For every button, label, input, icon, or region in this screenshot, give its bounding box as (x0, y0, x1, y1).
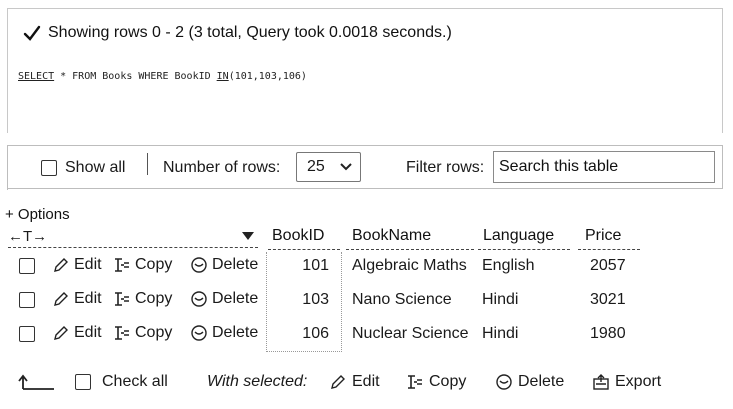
pencil-icon (54, 258, 68, 272)
bulk-edit-label: Edit (352, 373, 380, 390)
check-all-arrow-icon (18, 373, 56, 391)
toolbar-left-edge (7, 146, 10, 190)
edit-button[interactable]: Edit (52, 256, 102, 274)
cell-language: Hindi (482, 325, 519, 342)
number-of-rows-label: Number of rows: (163, 159, 281, 176)
success-message: Showing rows 0 - 2 (3 total, Query took … (22, 23, 452, 43)
copy-button[interactable]: Copy (113, 324, 172, 342)
table-row: Edit Copy Delete 106 Nuclear Science Hin… (0, 318, 733, 352)
cell-bookname: Nuclear Science (352, 325, 469, 342)
copy-icon (115, 326, 129, 340)
delete-button[interactable]: Delete (190, 256, 258, 274)
cell-price: 1980 (590, 325, 626, 342)
sql-keyword-in[interactable]: IN (217, 71, 229, 82)
pencil-icon (54, 326, 68, 340)
edit-button[interactable]: Edit (52, 324, 102, 342)
bulk-copy-label: Copy (429, 373, 467, 390)
sql-values: (101,103,106) (228, 71, 307, 82)
delete-label: Delete (212, 290, 259, 307)
check-all-toggle[interactable]: Check all (75, 373, 168, 391)
pencil-icon (54, 292, 68, 306)
column-resize-arrows[interactable]: ←T→ (8, 228, 47, 245)
show-all-label: Show all (65, 159, 126, 176)
delete-label: Delete (212, 256, 259, 273)
copy-button[interactable]: Copy (113, 256, 172, 274)
column-header-price[interactable]: Price (585, 227, 621, 245)
bulk-copy-button[interactable]: Copy (406, 373, 466, 391)
chevron-down-icon (340, 163, 352, 171)
table-row: Edit Copy Delete 101 Algebraic Maths Eng… (0, 250, 733, 284)
bulk-edit-button[interactable]: Edit (329, 373, 380, 391)
delete-icon (496, 374, 512, 390)
row-checkbox[interactable] (19, 326, 35, 342)
check-all-label: Check all (102, 373, 168, 390)
cell-price: 2057 (590, 257, 626, 274)
sql-query: SELECT * FROM Books WHERE BookID IN (101,… (18, 71, 307, 82)
row-checkbox[interactable] (19, 292, 35, 308)
delete-icon (191, 291, 207, 307)
delete-button[interactable]: Delete (190, 324, 258, 342)
cell-language: Hindi (482, 291, 519, 308)
toolbar-divider (147, 153, 148, 175)
delete-icon (191, 325, 207, 341)
edit-label: Edit (74, 324, 102, 341)
bulk-delete-button[interactable]: Delete (495, 373, 564, 391)
copy-button[interactable]: Copy (113, 290, 172, 308)
bulk-actions-bar: Check all With selected: Edit Copy Delet… (0, 368, 733, 398)
column-header-bookid[interactable]: BookID (272, 227, 324, 245)
cell-language: English (482, 257, 535, 274)
copy-label: Copy (135, 290, 173, 307)
cell-bookname: Nano Science (352, 291, 452, 308)
query-result-box: Showing rows 0 - 2 (3 total, Query took … (7, 8, 723, 133)
edit-button[interactable]: Edit (52, 290, 102, 308)
show-all-checkbox[interactable] (41, 160, 57, 176)
delete-button[interactable]: Delete (190, 290, 258, 308)
success-message-text: Showing rows 0 - 2 (3 total, Query took … (48, 24, 452, 41)
filter-rows-input[interactable] (493, 151, 715, 183)
bulk-export-button[interactable]: Export (592, 373, 661, 391)
table-navigation-bar: Show all Number of rows: 25 Filter rows: (7, 145, 723, 190)
number-of-rows-value: 25 (307, 158, 325, 175)
bulk-delete-label: Delete (518, 373, 565, 390)
export-icon (593, 374, 609, 390)
column-arrows-label: ←T→ (8, 228, 48, 245)
check-all-checkbox[interactable] (75, 374, 91, 390)
edit-label: Edit (74, 290, 102, 307)
show-all-toggle[interactable]: Show all (41, 159, 125, 177)
number-of-rows-select[interactable]: 25 (296, 152, 361, 182)
cell-bookname: Algebraic Maths (352, 257, 467, 274)
bulk-export-label: Export (615, 373, 662, 390)
copy-icon (115, 258, 129, 272)
filter-rows-label: Filter rows: (406, 159, 485, 176)
sql-star: * (60, 71, 67, 82)
delete-icon (191, 257, 207, 273)
pencil-icon (331, 375, 345, 389)
checkmark-icon (23, 25, 41, 41)
sql-keyword-select[interactable]: SELECT (18, 71, 54, 82)
copy-icon (115, 292, 129, 306)
header-underline-actions (8, 247, 258, 248)
cell-price: 3021 (590, 291, 626, 308)
copy-label: Copy (135, 324, 173, 341)
table-row: Edit Copy Delete 103 Nano Science Hindi … (0, 284, 733, 318)
column-header-language[interactable]: Language (483, 227, 554, 245)
row-checkbox[interactable] (19, 258, 35, 274)
delete-label: Delete (212, 324, 259, 341)
cell-bookid: 106 (302, 325, 329, 342)
copy-label: Copy (135, 256, 173, 273)
edit-label: Edit (74, 256, 102, 273)
sql-middle: FROM Books WHERE BookID (72, 71, 211, 82)
corner-arrow-icon (18, 374, 54, 390)
cell-bookid: 101 (302, 257, 329, 274)
cell-bookid: 103 (302, 291, 329, 308)
sort-caret-icon[interactable] (241, 231, 255, 241)
copy-icon (408, 375, 422, 389)
options-link[interactable]: + Options (5, 206, 70, 223)
with-selected-label: With selected: (207, 373, 308, 390)
column-header-bookname[interactable]: BookName (352, 227, 431, 245)
